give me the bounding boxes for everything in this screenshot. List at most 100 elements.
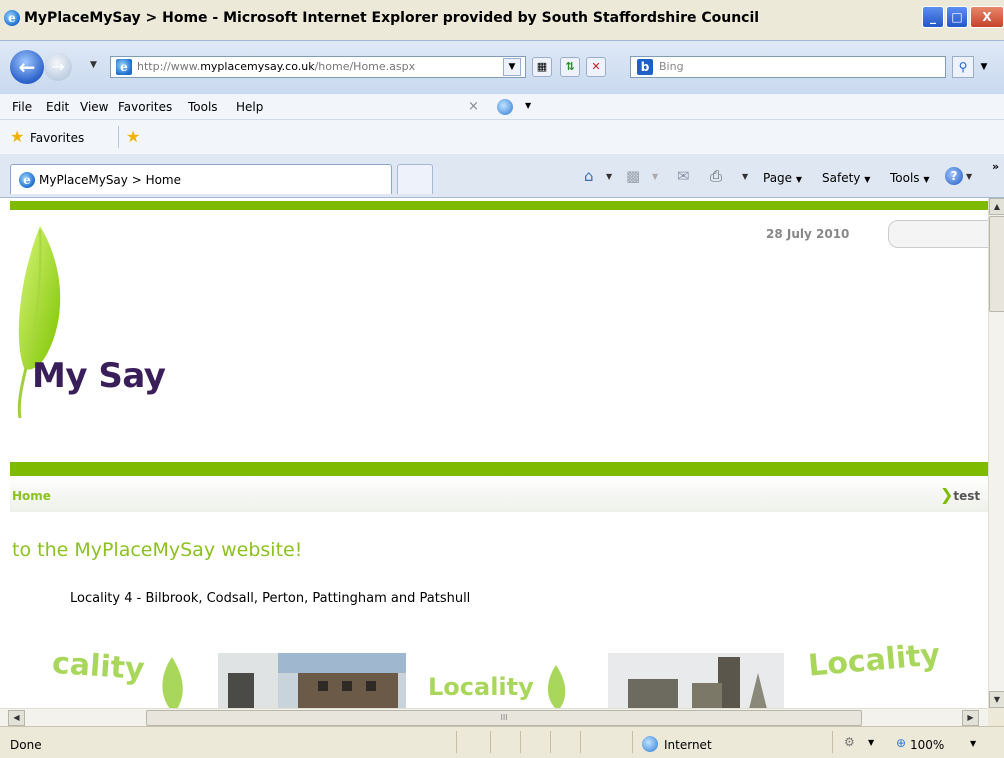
divider	[550, 731, 551, 753]
close-toolbar-icon[interactable]: ×	[468, 99, 479, 114]
tools-menu[interactable]: Tools ▼	[890, 170, 930, 186]
locality-description: Locality 4 - Bilbrook, Codsall, Perton, …	[70, 591, 471, 606]
home-icon[interactable]: ⌂	[584, 167, 594, 185]
address-dropdown-button[interactable]: ▼	[503, 58, 521, 76]
new-tab-button[interactable]	[397, 164, 433, 194]
divider	[490, 731, 491, 753]
arrow-icon: ❯	[940, 485, 954, 504]
scroll-corner	[988, 708, 1004, 726]
print-dropdown-icon[interactable]: ▼	[742, 172, 748, 181]
favorites-button[interactable]: Favorites	[30, 130, 84, 146]
address-input[interactable]: e http://www.myplacemysay.co.uk/home/Hom…	[110, 56, 526, 78]
title-bar: e MyPlaceMySay > Home - Microsoft Intern…	[0, 0, 1004, 40]
zoom-level[interactable]: 100%	[910, 737, 944, 753]
breadcrumb: Home ❯test	[10, 476, 988, 512]
protected-mode-icon[interactable]: ⚙	[844, 735, 855, 749]
banner-locality-word: Locality	[428, 673, 534, 701]
user-link[interactable]: ❯test	[940, 487, 980, 504]
stop-icon[interactable]: ✕	[586, 57, 606, 77]
tab-label: MyPlaceMySay > Home	[39, 173, 182, 187]
divider	[456, 731, 457, 753]
current-date: 28 July 2010	[766, 227, 850, 241]
scroll-up-button[interactable]: ▲	[989, 198, 1004, 215]
header-bottom-bar	[10, 462, 988, 476]
page-viewport: 28 July 2010 My Say Home ❯test to the My…	[10, 198, 988, 708]
home-dropdown-icon[interactable]: ▼	[606, 172, 612, 181]
internet-zone-icon	[642, 736, 658, 752]
horizontal-scroll-thumb[interactable]: III	[146, 710, 862, 726]
menu-tools[interactable]: Tools	[188, 99, 218, 115]
security-zone: Internet	[664, 738, 712, 752]
search-options-dropdown[interactable]: ▼	[976, 56, 992, 78]
tab-myplacemysay-home[interactable]: e MyPlaceMySay > Home	[10, 164, 392, 194]
menu-favorites[interactable]: Favorites	[118, 99, 172, 115]
status-text: Done	[10, 738, 42, 752]
zoom-dropdown-icon[interactable]: ▼	[970, 739, 976, 748]
page-menu[interactable]: Page ▼	[763, 170, 802, 186]
vertical-scroll-thumb[interactable]	[989, 216, 1004, 312]
tab-bar: e MyPlaceMySay > Home ⌂ ▼ ▩ ▼ ✉ ⎙ ▼ Page…	[0, 154, 1004, 198]
divider	[118, 126, 119, 148]
divider	[520, 731, 521, 753]
divider	[580, 731, 581, 753]
globe-dropdown-icon[interactable]: ▼	[525, 101, 531, 110]
compatibility-view-icon[interactable]: ▦	[532, 57, 552, 77]
minimize-button[interactable]: _	[922, 6, 944, 28]
banner-leaf-icon	[162, 657, 183, 708]
horizontal-scrollbar[interactable]: ◀ III ▶	[0, 708, 988, 726]
banner-locality-word: Locality	[806, 637, 942, 684]
search-icon[interactable]: ⚲	[952, 56, 974, 78]
zoom-icon[interactable]: ⊕	[896, 736, 906, 750]
back-button[interactable]: ←	[10, 50, 44, 84]
ie-logo-icon: e	[19, 172, 35, 188]
search-placeholder: Bing	[659, 60, 684, 73]
feeds-icon[interactable]: ▩	[626, 167, 640, 185]
mail-icon[interactable]: ✉	[677, 167, 690, 185]
recent-pages-dropdown[interactable]: ▼	[90, 60, 97, 70]
maximize-button[interactable]: □	[946, 6, 968, 28]
help-dropdown-icon[interactable]: ▼	[966, 172, 972, 181]
address-toolbar: ← → ▼ e http://www.myplacemysay.co.uk/ho…	[0, 40, 1004, 94]
close-button[interactable]: X	[970, 6, 1004, 28]
protected-mode-dropdown-icon[interactable]: ▼	[868, 738, 874, 747]
menu-view[interactable]: View	[80, 99, 108, 115]
favorites-bar: ★ Favorites ★	[0, 120, 1004, 154]
favorites-star-icon[interactable]: ★	[10, 129, 24, 145]
menu-file[interactable]: File	[12, 99, 32, 115]
search-input[interactable]: b Bing	[630, 56, 946, 78]
scroll-down-button[interactable]: ▼	[989, 691, 1004, 708]
globe-icon[interactable]	[497, 99, 513, 115]
more-commands-icon[interactable]: »	[992, 160, 999, 173]
window-title: MyPlaceMySay > Home - Microsoft Internet…	[24, 10, 760, 26]
menu-edit[interactable]: Edit	[46, 99, 69, 115]
ie-logo-icon: e	[4, 10, 20, 26]
forward-button[interactable]: →	[44, 53, 72, 81]
refresh-icon[interactable]: ⇅	[560, 57, 580, 77]
scroll-right-button[interactable]: ▶	[962, 710, 979, 726]
breadcrumb-home-link[interactable]: Home	[12, 488, 51, 504]
add-favorite-icon[interactable]: ★	[126, 129, 140, 145]
divider	[832, 731, 833, 753]
site-search-input[interactable]	[888, 220, 988, 248]
locality-banner: cality Locality Locality	[10, 637, 988, 708]
bing-icon: b	[637, 59, 653, 75]
vertical-scrollbar[interactable]: ▲ ▼	[988, 198, 1004, 708]
banner-photo-church	[608, 653, 784, 708]
help-icon[interactable]: ?	[945, 167, 963, 185]
welcome-heading: to the MyPlaceMySay website!	[12, 539, 303, 561]
header-top-bar	[10, 201, 988, 210]
feeds-dropdown-icon[interactable]: ▼	[652, 172, 658, 181]
menu-bar: File Edit View Favorites Tools Help × ▼	[0, 94, 1004, 120]
status-bar: Done Internet ⚙ ▼ ⊕ 100% ▼	[0, 726, 1004, 758]
banner-photo-town	[218, 653, 406, 708]
scroll-left-button[interactable]: ◀	[8, 710, 25, 726]
print-icon[interactable]: ⎙	[710, 167, 722, 185]
banner-locality-word: cality	[50, 645, 146, 688]
menu-help[interactable]: Help	[236, 99, 263, 115]
safety-menu[interactable]: Safety ▼	[822, 170, 870, 186]
address-url[interactable]: http://www.myplacemysay.co.uk/home/Home.…	[137, 59, 415, 75]
page-icon: e	[116, 59, 132, 75]
site-name: My Say	[32, 356, 166, 396]
banner-leaf-icon	[548, 665, 566, 708]
divider	[632, 731, 633, 753]
